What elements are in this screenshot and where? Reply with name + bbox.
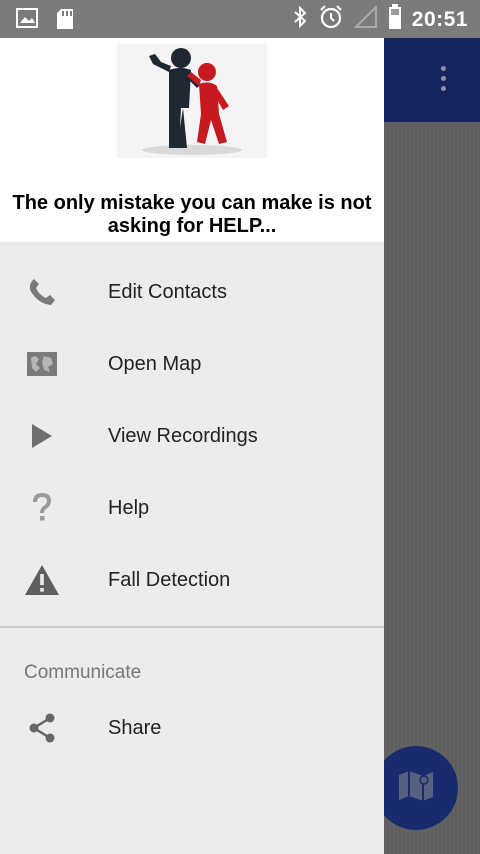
section-header-communicate: Communicate xyxy=(24,662,142,683)
menu-item-edit-contacts[interactable]: Edit Contacts xyxy=(0,256,384,328)
battery-icon xyxy=(388,4,402,35)
image-icon xyxy=(16,8,38,35)
menu-item-fall-detection[interactable]: Fall Detection xyxy=(0,544,384,616)
app-toolbar xyxy=(384,38,480,122)
sd-card-icon xyxy=(56,8,74,35)
menu-item-share[interactable]: Share xyxy=(0,692,384,764)
app-logo xyxy=(117,44,267,158)
signal-icon xyxy=(353,4,378,33)
navigation-drawer: The only mistake you can make is not ask… xyxy=(0,38,384,854)
share-icon xyxy=(24,710,60,746)
play-icon xyxy=(24,418,60,454)
warning-icon xyxy=(24,562,60,598)
screen: 20:51 The only mistake you can make is n… xyxy=(0,0,480,854)
drawer-tagline: The only mistake you can make is not ask… xyxy=(12,192,372,237)
menu-item-help[interactable]: Help xyxy=(0,472,384,544)
menu-item-view-recordings[interactable]: View Recordings xyxy=(0,400,384,472)
overflow-menu-icon[interactable] xyxy=(438,66,448,96)
menu-item-open-map[interactable]: Open Map xyxy=(0,328,384,400)
menu-label-edit-contacts: Edit Contacts xyxy=(108,280,227,303)
menu-label-open-map: Open Map xyxy=(108,352,202,375)
phone-icon xyxy=(24,274,60,310)
menu-label-fall-detection: Fall Detection xyxy=(108,568,231,591)
bluetooth-icon xyxy=(292,5,308,34)
status-time: 20:51 xyxy=(411,7,468,31)
menu-label-help: Help xyxy=(108,496,150,519)
map-fab-button[interactable] xyxy=(374,746,458,830)
app-background xyxy=(384,38,480,854)
map-pin-icon xyxy=(397,769,435,808)
help-icon xyxy=(24,490,60,526)
menu-label-share: Share xyxy=(108,716,162,739)
status-bar: 20:51 xyxy=(0,0,480,38)
drawer-header: The only mistake you can make is not ask… xyxy=(0,38,384,242)
map-icon xyxy=(24,346,60,382)
menu-label-view-recordings: View Recordings xyxy=(108,424,258,447)
alarm-icon xyxy=(318,4,344,35)
drawer-menu: Edit Contacts Open Map View Recordings H… xyxy=(0,242,384,616)
